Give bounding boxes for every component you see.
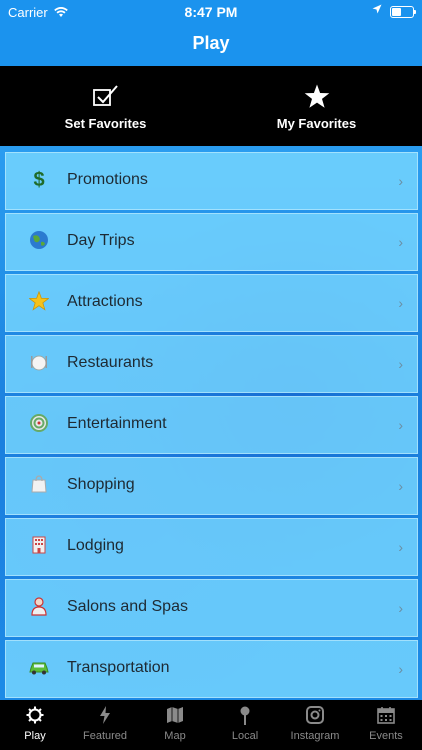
page-title: Play xyxy=(192,33,230,53)
target-icon xyxy=(28,413,50,435)
list-item-attractions[interactable]: Attractions › xyxy=(5,274,418,332)
shopping-bag-icon xyxy=(28,474,50,496)
tab-label: Local xyxy=(231,730,259,742)
list-item-lodging[interactable]: Lodging › xyxy=(5,518,418,576)
pin-icon xyxy=(210,706,280,726)
list-item-label: Attractions xyxy=(67,293,143,310)
list-item-label: Day Trips xyxy=(67,232,135,249)
instagram-icon xyxy=(280,706,350,726)
tab-label: Featured xyxy=(82,730,128,742)
map-icon xyxy=(140,706,210,726)
tab-events[interactable]: Events xyxy=(350,700,422,750)
clock: 8:47 PM xyxy=(184,4,238,20)
chevron-right-icon: › xyxy=(398,356,403,372)
hotel-icon xyxy=(28,535,50,557)
list-item-shopping[interactable]: Shopping › xyxy=(5,457,418,515)
tab-label: Play xyxy=(24,730,46,742)
calendar-icon xyxy=(350,706,422,726)
chevron-right-icon: › xyxy=(398,600,403,616)
tab-local[interactable]: Local xyxy=(210,700,280,750)
list-item-label: Transportation xyxy=(67,659,170,676)
list-item-promotions[interactable]: $ Promotions › xyxy=(5,152,418,210)
dollar-icon: $ xyxy=(33,169,45,191)
chevron-right-icon: › xyxy=(398,478,403,494)
category-list: $ Promotions › Day Trips › Attractions ›… xyxy=(0,146,422,700)
tab-map[interactable]: Map xyxy=(140,700,210,750)
tab-play[interactable]: Play xyxy=(0,700,70,750)
chevron-right-icon: › xyxy=(398,234,403,250)
list-item-label: Entertainment xyxy=(67,415,167,432)
chevron-right-icon: › xyxy=(398,661,403,677)
tab-bar: Play Featured Map Local Instagram Events xyxy=(0,700,422,750)
battery-icon xyxy=(390,6,416,18)
my-favorites-label: My Favorites xyxy=(276,116,357,131)
favorites-bar: Set Favorites My Favorites xyxy=(0,66,422,146)
chevron-right-icon: › xyxy=(398,417,403,433)
lightning-icon xyxy=(70,706,140,726)
chevron-right-icon: › xyxy=(398,539,403,555)
list-item-label: Shopping xyxy=(67,476,135,493)
list-item-label: Lodging xyxy=(67,537,124,554)
tab-label: Map xyxy=(164,730,186,742)
person-icon xyxy=(28,596,50,618)
tab-label: Instagram xyxy=(290,730,340,742)
star-icon xyxy=(28,290,50,313)
chevron-right-icon: › xyxy=(398,173,403,189)
car-icon xyxy=(28,657,50,679)
tab-instagram[interactable]: Instagram xyxy=(280,700,350,750)
list-item-restaurants[interactable]: Restaurants › xyxy=(5,335,418,393)
tab-label: Events xyxy=(369,730,403,742)
tab-featured[interactable]: Featured xyxy=(70,700,140,750)
set-favorites-label: Set Favorites xyxy=(64,116,147,131)
globe-icon xyxy=(28,230,50,252)
star-icon xyxy=(211,84,422,110)
list-item-label: Salons and Spas xyxy=(67,598,188,615)
list-item-transportation[interactable]: Transportation › xyxy=(5,640,418,698)
chevron-right-icon: › xyxy=(398,295,403,311)
location-arrow-icon xyxy=(372,4,382,17)
plate-icon xyxy=(28,352,50,374)
list-item-entertainment[interactable]: Entertainment › xyxy=(5,396,418,454)
list-item-label: Restaurants xyxy=(67,354,154,371)
set-favorites-button[interactable]: Set Favorites xyxy=(0,66,211,146)
list-item-day-trips[interactable]: Day Trips › xyxy=(5,213,418,271)
list-item-salons-and-spas[interactable]: Salons and Spas › xyxy=(5,579,418,637)
list-item-label: Promotions xyxy=(67,171,148,188)
status-bar: Carrier 8:47 PM xyxy=(0,4,422,20)
top-bar: Carrier 8:47 PM Play xyxy=(0,0,422,66)
gear-icon xyxy=(0,706,70,726)
checkbox-icon xyxy=(0,84,211,110)
my-favorites-button[interactable]: My Favorites xyxy=(211,66,422,146)
